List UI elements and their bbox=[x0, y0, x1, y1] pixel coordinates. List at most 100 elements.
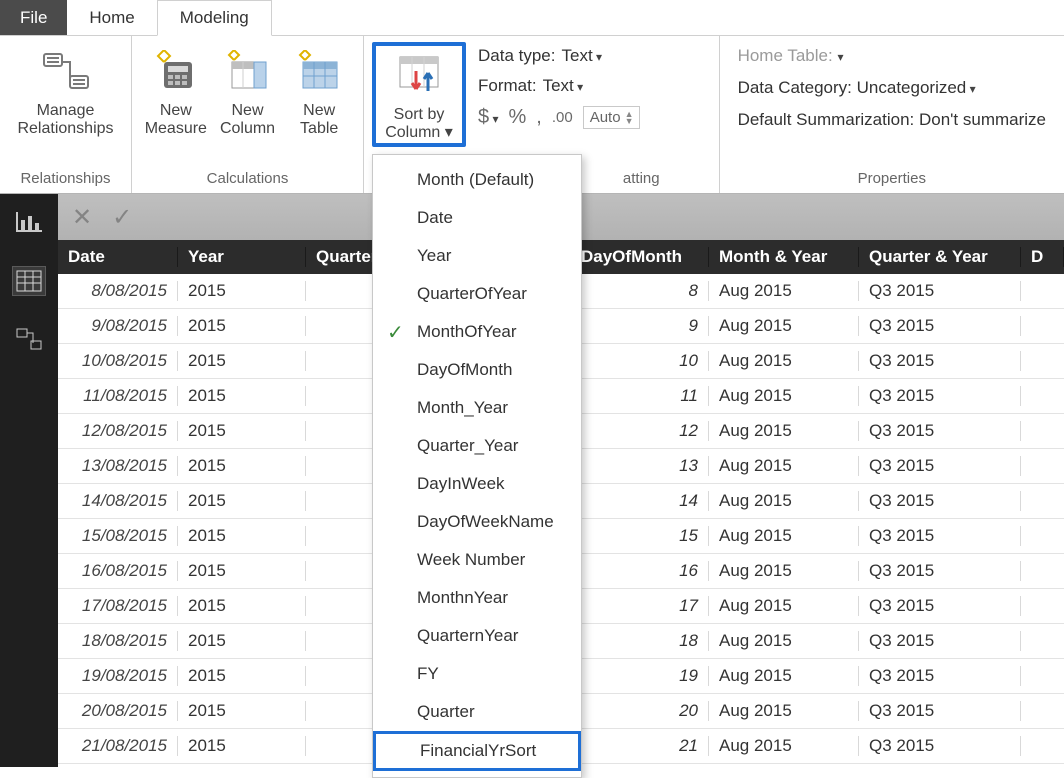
sort-menu-item[interactable]: Quarter_Year bbox=[373, 427, 581, 465]
col-header-quarteryear[interactable]: Quarter & Year bbox=[859, 247, 1021, 267]
home-table-label: Home Table: bbox=[738, 46, 833, 65]
cell-monthyear: Aug 2015 bbox=[709, 631, 859, 651]
cell-date: 13/08/2015 bbox=[58, 456, 178, 476]
cell-quarteryear: Q3 2015 bbox=[859, 631, 1021, 651]
decimals-button[interactable]: .00 bbox=[552, 109, 573, 126]
cell-year: 2015 bbox=[178, 491, 306, 511]
new-measure-button[interactable]: New Measure bbox=[140, 42, 212, 139]
new-table-button[interactable]: New Table bbox=[283, 42, 355, 139]
cell-dayofmonth: 14 bbox=[571, 491, 709, 511]
data-category-row[interactable]: Data Category: Uncategorized bbox=[738, 78, 1046, 98]
cell-date: 12/08/2015 bbox=[58, 421, 178, 441]
manage-relationships-button[interactable]: Manage Relationships bbox=[8, 42, 123, 139]
cell-monthyear: Aug 2015 bbox=[709, 386, 859, 406]
col-header-last[interactable]: D bbox=[1021, 247, 1064, 267]
cell-date: 16/08/2015 bbox=[58, 561, 178, 581]
model-view-button[interactable] bbox=[12, 324, 46, 354]
cell-dayofmonth: 10 bbox=[571, 351, 709, 371]
formula-cancel-button[interactable]: ✕ bbox=[72, 203, 92, 232]
cell-dayofmonth: 21 bbox=[571, 736, 709, 756]
sort-menu-item[interactable]: QuarternYear bbox=[373, 617, 581, 655]
decimal-places-stepper[interactable]: Auto ▲▼ bbox=[583, 106, 641, 129]
col-header-monthyear[interactable]: Month & Year bbox=[709, 247, 859, 267]
cell-date: 20/08/2015 bbox=[58, 701, 178, 721]
sort-menu-item[interactable]: Month (Default) bbox=[373, 161, 581, 199]
sort-menu-item[interactable]: MonthOfYear bbox=[373, 313, 581, 351]
sort-icon bbox=[395, 52, 443, 100]
cell-monthyear: Aug 2015 bbox=[709, 456, 859, 476]
view-rail bbox=[0, 194, 58, 767]
new-column-label: New Column bbox=[220, 102, 275, 139]
tab-modeling[interactable]: Modeling bbox=[157, 0, 272, 36]
sort-menu-item[interactable]: FY bbox=[373, 655, 581, 693]
cell-year: 2015 bbox=[178, 666, 306, 686]
sort-menu-item[interactable]: Week Number bbox=[373, 541, 581, 579]
tab-home[interactable]: Home bbox=[67, 0, 156, 35]
cell-date: 15/08/2015 bbox=[58, 526, 178, 546]
sort-menu-item[interactable]: Month_Year bbox=[373, 389, 581, 427]
sort-menu-item[interactable]: Year bbox=[373, 237, 581, 275]
data-type-row[interactable]: Data type: Text bbox=[478, 46, 640, 66]
tab-strip: File Home Modeling bbox=[0, 0, 1064, 36]
new-column-button[interactable]: New Column bbox=[212, 42, 284, 139]
cell-dayofmonth: 11 bbox=[571, 386, 709, 406]
data-type-label: Data type: bbox=[478, 46, 556, 66]
col-header-year[interactable]: Year bbox=[178, 247, 306, 267]
group-properties-label: Properties bbox=[720, 166, 1064, 193]
formula-commit-button[interactable]: ✓ bbox=[112, 203, 132, 232]
col-header-date[interactable]: Date bbox=[58, 247, 178, 267]
cell-year: 2015 bbox=[178, 526, 306, 546]
tab-file[interactable]: File bbox=[0, 0, 67, 35]
sort-menu-item[interactable]: Date bbox=[373, 199, 581, 237]
data-view-button[interactable] bbox=[12, 266, 46, 296]
sort-menu-item[interactable]: Quarter bbox=[373, 693, 581, 731]
new-table-icon bbox=[295, 48, 343, 96]
thousands-button[interactable]: , bbox=[536, 106, 542, 129]
group-relationships-label: Relationships bbox=[0, 166, 131, 193]
sort-menu-item[interactable]: QuarterOfYear bbox=[373, 275, 581, 313]
cell-date: 14/08/2015 bbox=[58, 491, 178, 511]
home-table-row[interactable]: Home Table: bbox=[738, 46, 1046, 66]
cell-dayofmonth: 8 bbox=[571, 281, 709, 301]
sort-menu-item[interactable]: FinancialYrSort bbox=[373, 731, 581, 771]
sort-menu-item[interactable]: DayOfMonth bbox=[373, 351, 581, 389]
default-summarization-row[interactable]: Default Summarization: Don't summarize bbox=[738, 110, 1046, 130]
cell-dayofmonth: 20 bbox=[571, 701, 709, 721]
bar-chart-icon bbox=[16, 212, 42, 234]
cell-quarteryear: Q3 2015 bbox=[859, 526, 1021, 546]
report-view-button[interactable] bbox=[12, 208, 46, 238]
data-category-value: Uncategorized bbox=[857, 78, 976, 97]
cell-quarteryear: Q3 2015 bbox=[859, 491, 1021, 511]
cell-quarteryear: Q3 2015 bbox=[859, 456, 1021, 476]
cell-quarteryear: Q3 2015 bbox=[859, 701, 1021, 721]
cell-quarteryear: Q3 2015 bbox=[859, 386, 1021, 406]
cell-date: 17/08/2015 bbox=[58, 596, 178, 616]
cell-year: 2015 bbox=[178, 736, 306, 756]
cell-dayofmonth: 13 bbox=[571, 456, 709, 476]
cell-monthyear: Aug 2015 bbox=[709, 666, 859, 686]
cell-dayofmonth: 9 bbox=[571, 316, 709, 336]
model-icon bbox=[16, 328, 42, 350]
auto-label: Auto bbox=[590, 109, 621, 126]
cell-year: 2015 bbox=[178, 631, 306, 651]
cell-date: 18/08/2015 bbox=[58, 631, 178, 651]
cell-date: 19/08/2015 bbox=[58, 666, 178, 686]
cell-quarteryear: Q3 2015 bbox=[859, 351, 1021, 371]
cell-year: 2015 bbox=[178, 386, 306, 406]
format-row[interactable]: Format: Text bbox=[478, 76, 640, 96]
currency-button[interactable]: $ bbox=[478, 106, 498, 129]
sort-menu-item[interactable]: DayInWeek bbox=[373, 465, 581, 503]
cell-quarteryear: Q3 2015 bbox=[859, 561, 1021, 581]
sort-menu-item[interactable]: DayOfWeekName bbox=[373, 503, 581, 541]
number-format-row: $ % , .00 Auto ▲▼ bbox=[478, 106, 640, 129]
table-icon bbox=[16, 270, 42, 292]
cell-monthyear: Aug 2015 bbox=[709, 491, 859, 511]
sort-menu-item[interactable]: MonthnYear bbox=[373, 579, 581, 617]
cell-quarteryear: Q3 2015 bbox=[859, 421, 1021, 441]
cell-dayofmonth: 18 bbox=[571, 631, 709, 651]
sort-by-column-button[interactable]: Sort by Column ▾ bbox=[372, 42, 466, 147]
cell-date: 11/08/2015 bbox=[58, 386, 178, 406]
sort-by-column-label: Sort by Column ▾ bbox=[385, 106, 453, 143]
col-header-dayofmonth[interactable]: DayOfMonth bbox=[571, 247, 709, 267]
percent-button[interactable]: % bbox=[508, 106, 526, 129]
